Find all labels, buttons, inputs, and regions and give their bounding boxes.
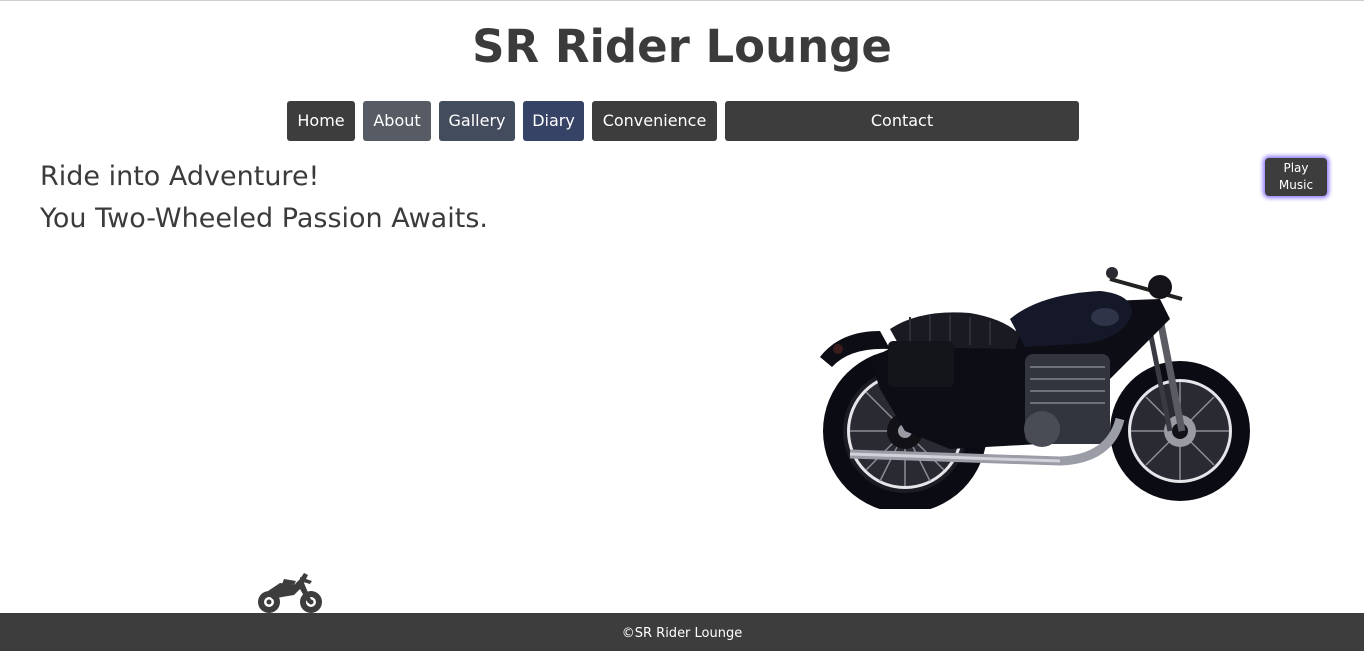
play-music-button[interactable]: Play Music: [1265, 158, 1327, 196]
hero-line-2: You Two-Wheeled Passion Awaits.: [40, 203, 488, 234]
site-footer: ©SR Rider Lounge: [0, 613, 1364, 651]
nav-home-button[interactable]: Home: [287, 101, 355, 141]
nav-gallery-button[interactable]: Gallery: [439, 101, 515, 141]
dirt-bike-icon: [258, 573, 322, 613]
motorcycle-photo: [820, 267, 1250, 509]
page: SR Rider Lounge Home About Gallery Diary…: [0, 0, 1364, 651]
nav-about-button[interactable]: About: [363, 101, 431, 141]
nav-contact-button[interactable]: Contact: [725, 101, 1079, 141]
nav-convenience-button[interactable]: Convenience: [592, 101, 717, 141]
nav-diary-button[interactable]: Diary: [523, 101, 584, 141]
copyright-text: ©SR Rider Lounge: [621, 626, 743, 641]
hero-line-1: Ride into Adventure!: [40, 161, 320, 192]
site-title: SR Rider Lounge: [472, 20, 892, 73]
